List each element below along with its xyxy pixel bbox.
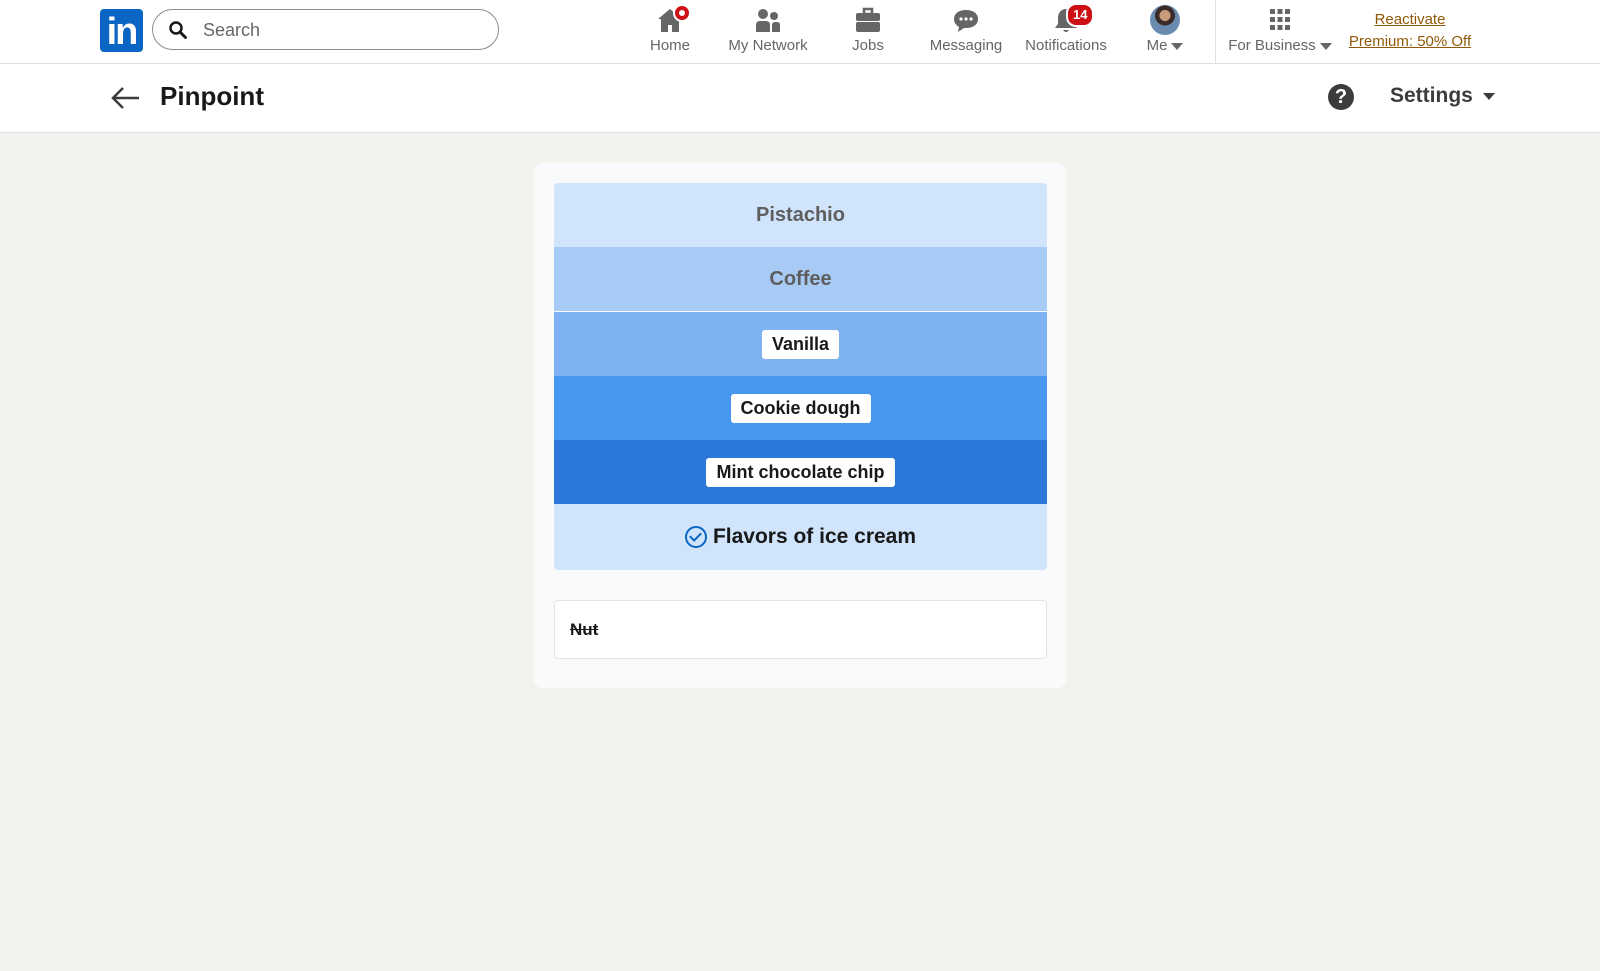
avatar[interactable] bbox=[1150, 5, 1180, 35]
answer-text: Flavors of ice cream bbox=[712, 525, 917, 548]
search-input[interactable] bbox=[201, 14, 485, 47]
premium-line-1: Reactivate bbox=[1374, 11, 1446, 28]
clue-stack: Pistachio Coffee Vanilla Cookie dough Mi… bbox=[554, 183, 1047, 570]
answer-row: Flavors of ice cream bbox=[554, 504, 1047, 570]
nav-for-business-label: For Business bbox=[1226, 37, 1334, 54]
nav-my-network[interactable]: My Network bbox=[724, 0, 812, 63]
clue-row-3: Vanilla bbox=[554, 312, 1047, 376]
search-icon bbox=[169, 21, 187, 39]
help-icon[interactable]: ? bbox=[1328, 84, 1354, 110]
reactivate-premium-link[interactable]: Reactivate Premium: 50% Off bbox=[1342, 9, 1478, 53]
nav-messaging-label: Messaging bbox=[929, 37, 1003, 54]
clue-row-4: Cookie dough bbox=[554, 376, 1047, 440]
clue-row-2: Coffee bbox=[554, 247, 1047, 311]
game-header: Pinpoint ? Settings bbox=[0, 64, 1600, 133]
top-navigation-bar: in Home My Network Jobs bbox=[0, 0, 1600, 64]
nav-home[interactable]: Home bbox=[639, 0, 701, 63]
check-circle-icon bbox=[684, 526, 707, 548]
page-title: Pinpoint bbox=[160, 81, 264, 111]
search-box[interactable] bbox=[152, 9, 499, 50]
clue-row-5: Mint chocolate chip bbox=[554, 440, 1047, 504]
nav-notifications-label: Notifications bbox=[1025, 37, 1107, 54]
nav-for-business[interactable]: For Business bbox=[1226, 0, 1334, 63]
nav-my-network-label: My Network bbox=[728, 37, 808, 54]
nav-messaging[interactable]: Messaging bbox=[928, 0, 1004, 63]
chevron-down-icon bbox=[1482, 92, 1495, 100]
clue-text: Cookie dough bbox=[730, 393, 871, 423]
nav-jobs[interactable]: Jobs bbox=[840, 0, 896, 63]
clue-text: Pistachio bbox=[756, 203, 845, 226]
premium-line-2: Premium: 50% Off bbox=[1348, 33, 1472, 50]
previous-guess: Nut bbox=[554, 600, 1047, 659]
clue-text: Mint chocolate chip bbox=[706, 457, 895, 487]
nav-me[interactable]: Me bbox=[1140, 0, 1190, 63]
clue-text: Vanilla bbox=[761, 329, 840, 359]
notifications-badge: 14 bbox=[1066, 3, 1095, 27]
chat-icon bbox=[954, 10, 978, 32]
home-notification-dot bbox=[673, 4, 691, 22]
chevron-down-icon bbox=[1171, 42, 1184, 50]
game-card: Pistachio Coffee Vanilla Cookie dough Mi… bbox=[534, 163, 1066, 688]
clue-text: Coffee bbox=[769, 267, 832, 290]
clue-row-1: Pistachio bbox=[554, 183, 1047, 247]
chevron-down-icon bbox=[1319, 42, 1332, 50]
nav-me-label: Me bbox=[1140, 37, 1190, 54]
linkedin-logo[interactable]: in bbox=[100, 9, 143, 53]
settings-label: Settings bbox=[1390, 84, 1473, 107]
nav-notifications[interactable]: 14 Notifications bbox=[1024, 0, 1108, 63]
nav-jobs-label: Jobs bbox=[852, 37, 884, 54]
back-arrow-icon[interactable] bbox=[110, 83, 142, 113]
grid-icon bbox=[1270, 9, 1290, 30]
network-icon bbox=[756, 9, 780, 32]
briefcase-icon bbox=[856, 7, 880, 32]
settings-dropdown[interactable]: Settings bbox=[1390, 84, 1495, 108]
nav-divider bbox=[1215, 0, 1216, 63]
nav-home-label: Home bbox=[649, 37, 690, 54]
wrong-guess-text: Nut bbox=[570, 620, 599, 639]
